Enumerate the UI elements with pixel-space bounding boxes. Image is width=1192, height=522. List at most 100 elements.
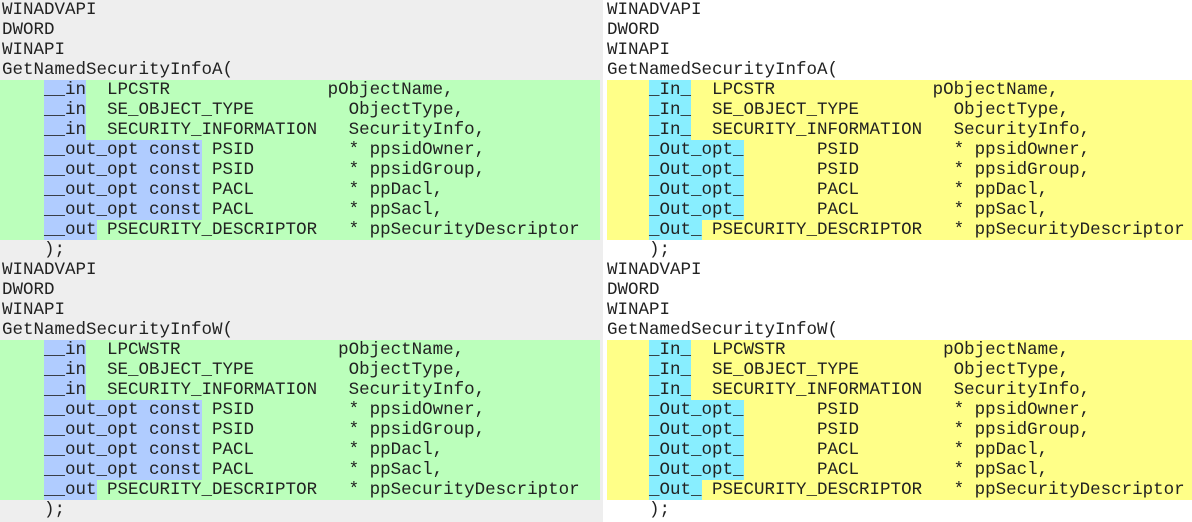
function-declaration: WINADVAPI DWORD WINAPI GetNamedSecurityInfo…: [607, 260, 1192, 520]
parameter-declaration: PSID * ppsidGroup,: [743, 420, 1091, 440]
sal-annotation: __in: [44, 80, 87, 100]
parameter-row: _In_ SE_OBJECT_TYPE ObjectType,: [607, 100, 1192, 120]
parameter-declaration: SECURITY_INFORMATION SecurityInfo,: [86, 120, 486, 140]
parameter-row: __out_opt const PACL * ppDacl,: [0, 180, 600, 200]
parameter-declaration: PSID * ppsidGroup,: [201, 420, 486, 440]
sal-annotation: _In_: [649, 360, 692, 380]
parameter-row: _In_ LPCSTR pObjectName,: [607, 80, 1192, 100]
sal-annotation: __in: [44, 100, 87, 120]
parameter-row: _Out_opt_ PSID * ppsidGroup,: [607, 160, 1192, 180]
left-code-panel: WINADVAPI DWORD WINAPI GetNamedSecurityInfo…: [0, 0, 603, 522]
parameter-declaration: PACL * ppSacl,: [743, 460, 1049, 480]
parameter-declaration: PSID * ppsidGroup,: [743, 160, 1091, 180]
parameter-declaration: PSECURITY_DESCRIPTOR * ppSecurityDescrip…: [701, 220, 1185, 240]
parameter-declaration: PSID * ppsidOwner,: [743, 140, 1091, 160]
closing-paren-line: );: [607, 240, 671, 260]
sal-annotation: _Out_opt_: [649, 460, 744, 480]
parameter-declaration: PSID * ppsidOwner,: [201, 400, 486, 420]
declaration-keyword-line: WINAPI: [607, 300, 671, 320]
sal-annotation: _In_: [649, 80, 692, 100]
right-code-panel: WINADVAPI DWORD WINAPI GetNamedSecurityInfo…: [607, 0, 1192, 522]
parameter-declaration: PSECURITY_DESCRIPTOR * ppSecurityDescrip…: [96, 220, 580, 240]
sal-annotation: __out: [44, 480, 97, 500]
sal-annotation: _In_: [649, 120, 692, 140]
sal-annotation: __in: [44, 120, 87, 140]
parameter-row: _Out_ PSECURITY_DESCRIPTOR * ppSecurityD…: [607, 480, 1192, 500]
parameter-declaration: PACL * ppDacl,: [743, 180, 1049, 200]
declaration-keyword-line: WINAPI: [607, 40, 671, 60]
sal-annotation: __out_opt const: [44, 160, 202, 180]
parameter-row: _Out_opt_ PACL * ppSacl,: [607, 460, 1192, 480]
sal-annotation: _In_: [649, 100, 692, 120]
parameter-declaration: PSID * ppsidGroup,: [201, 160, 486, 180]
function-name-line: GetNamedSecurityInfoA(: [2, 60, 234, 80]
parameter-declaration: SECURITY_INFORMATION SecurityInfo,: [691, 120, 1091, 140]
sal-annotation: __out_opt const: [44, 180, 202, 200]
parameter-row: __out PSECURITY_DESCRIPTOR * ppSecurityD…: [0, 480, 600, 500]
parameter-declaration: PSID * ppsidOwner,: [743, 400, 1091, 420]
declaration-keyword-line: WINAPI: [2, 40, 66, 60]
parameter-declaration: PSECURITY_DESCRIPTOR * ppSecurityDescrip…: [96, 480, 580, 500]
parameter-row: _Out_ PSECURITY_DESCRIPTOR * ppSecurityD…: [607, 220, 1192, 240]
closing-paren-line: );: [2, 500, 66, 520]
parameter-declaration: LPCWSTR pObjectName,: [691, 340, 1070, 360]
declaration-keyword-line: WINADVAPI: [2, 0, 97, 20]
function-declaration: WINADVAPI DWORD WINAPI GetNamedSecurityInfo…: [0, 0, 603, 260]
declaration-keyword-line: DWORD: [607, 280, 660, 300]
sal-annotation: __out_opt const: [44, 460, 202, 480]
sal-annotation: _Out_opt_: [649, 400, 744, 420]
function-name-line: GetNamedSecurityInfoW(: [2, 320, 234, 340]
declaration-keyword-line: DWORD: [2, 20, 55, 40]
function-name-line: GetNamedSecurityInfoA(: [607, 60, 839, 80]
parameter-row: __out_opt const PSID * ppsidGroup,: [0, 160, 600, 180]
parameter-row: __out_opt const PSID * ppsidGroup,: [0, 420, 600, 440]
sal-annotation: _In_: [649, 340, 692, 360]
parameter-declaration: SECURITY_INFORMATION SecurityInfo,: [86, 380, 486, 400]
sal-annotation: __out_opt const: [44, 400, 202, 420]
sal-annotation: __in: [44, 340, 87, 360]
parameter-row: _Out_opt_ PSID * ppsidOwner,: [607, 140, 1192, 160]
parameter-row: _In_ SE_OBJECT_TYPE ObjectType,: [607, 360, 1192, 380]
declaration-keyword-line: DWORD: [2, 280, 55, 300]
parameter-row: _In_ SECURITY_INFORMATION SecurityInfo,: [607, 120, 1192, 140]
sal-annotation: _Out_opt_: [649, 440, 744, 460]
closing-paren-line: );: [607, 500, 671, 520]
sal-annotation: __in: [44, 380, 87, 400]
sal-annotation: _Out_opt_: [649, 200, 744, 220]
parameter-row: __out_opt const PACL * ppDacl,: [0, 440, 600, 460]
parameter-row: __in SE_OBJECT_TYPE ObjectType,: [0, 100, 600, 120]
parameter-row: _In_ LPCWSTR pObjectName,: [607, 340, 1192, 360]
declaration-keyword-line: DWORD: [607, 20, 660, 40]
parameter-row: _In_ SECURITY_INFORMATION SecurityInfo,: [607, 380, 1192, 400]
function-declaration: WINADVAPI DWORD WINAPI GetNamedSecurityInfo…: [0, 260, 603, 520]
declaration-keyword-line: WINAPI: [2, 300, 66, 320]
parameter-declaration: LPCWSTR pObjectName,: [86, 340, 465, 360]
function-declaration: WINADVAPI DWORD WINAPI GetNamedSecurityInfo…: [607, 0, 1192, 260]
parameter-row: __in LPCSTR pObjectName,: [0, 80, 600, 100]
parameter-declaration: LPCSTR pObjectName,: [86, 80, 454, 100]
sal-annotation: __in: [44, 360, 87, 380]
parameter-declaration: SE_OBJECT_TYPE ObjectType,: [86, 100, 465, 120]
sal-annotation: _In_: [649, 380, 692, 400]
closing-paren-line: );: [2, 240, 66, 260]
